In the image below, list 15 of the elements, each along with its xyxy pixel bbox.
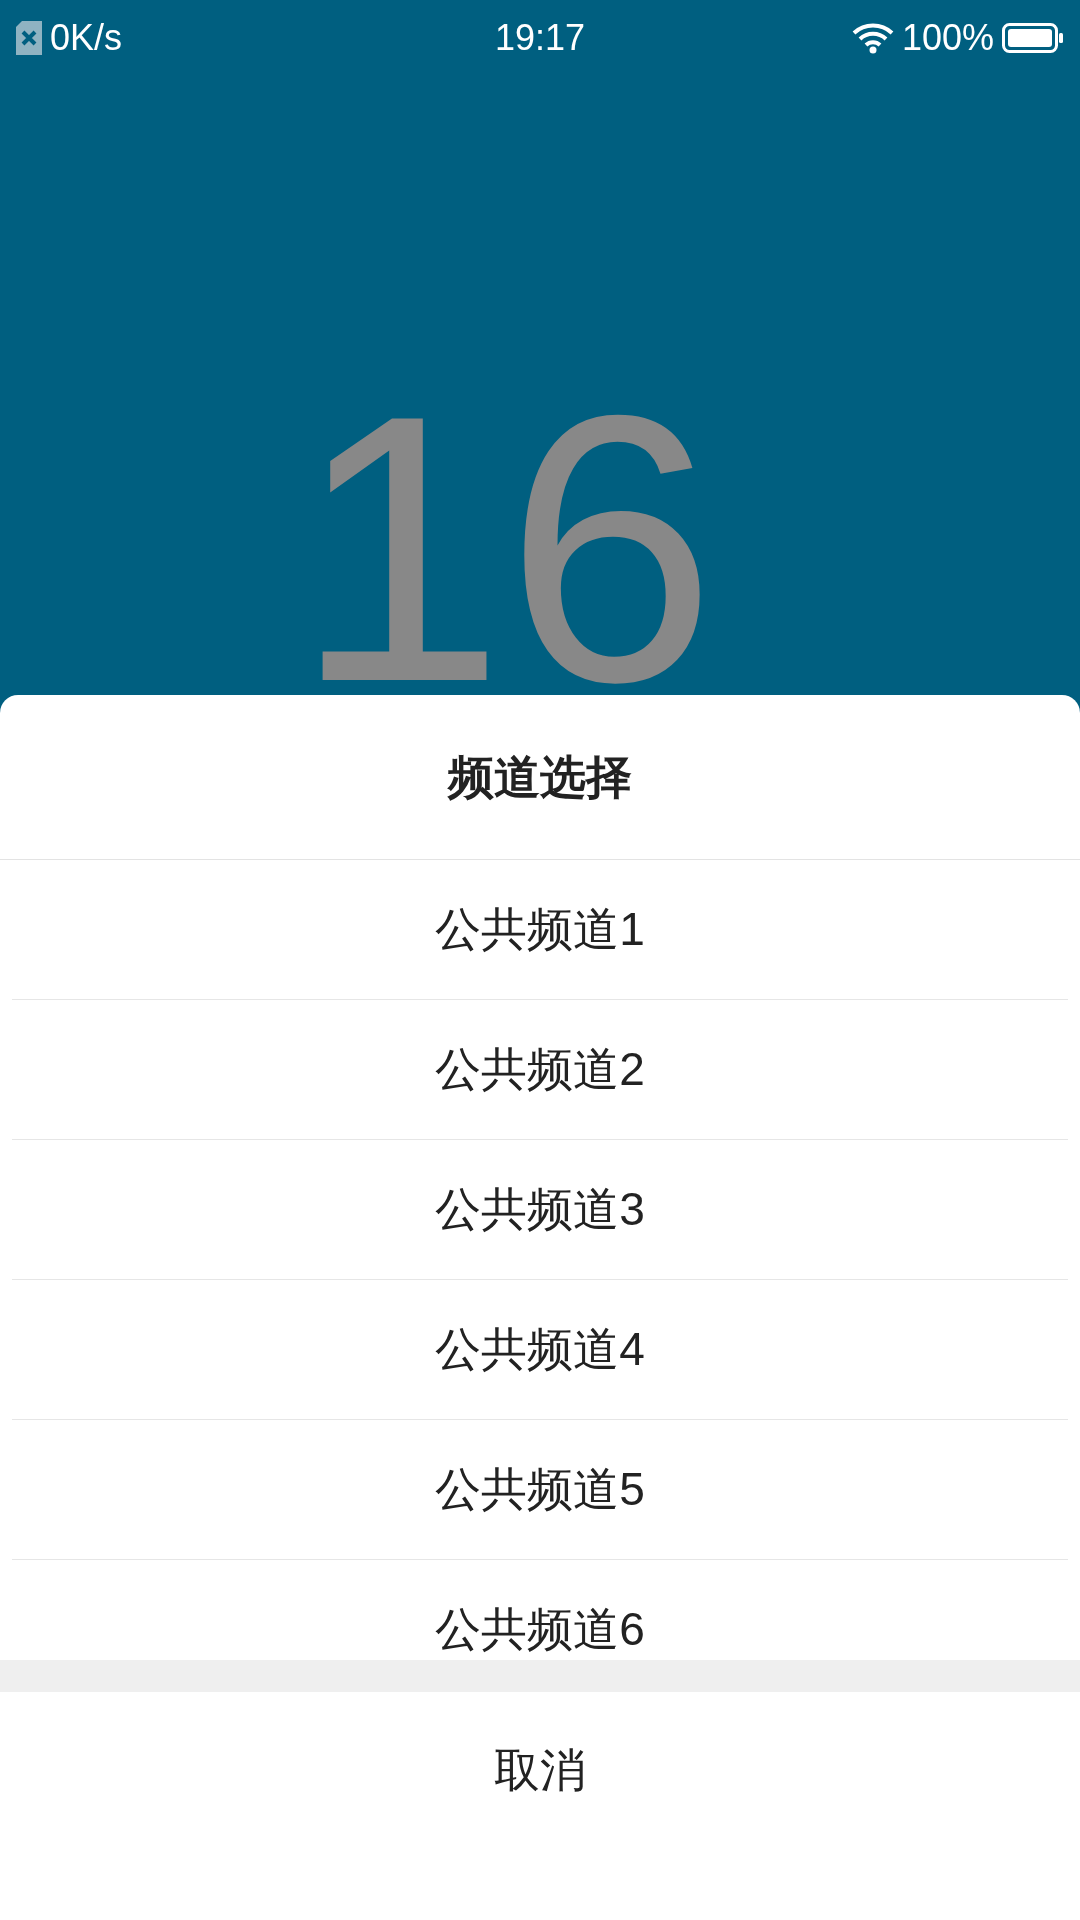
channel-option[interactable]: 公共频道3 bbox=[435, 1175, 645, 1244]
channel-option[interactable]: 公共频道5 bbox=[435, 1455, 645, 1524]
sheet-title: 频道选择 bbox=[448, 749, 632, 805]
channel-option[interactable]: 公共频道4 bbox=[435, 1315, 645, 1384]
network-speed: 0K/s bbox=[50, 15, 123, 60]
clock: 19:17 bbox=[494, 15, 586, 60]
wifi-icon bbox=[851, 21, 894, 54]
channel-option[interactable]: 公共频道6 bbox=[435, 1595, 645, 1660]
battery-icon bbox=[1002, 22, 1064, 53]
battery-level: 100% bbox=[901, 15, 994, 60]
channel-option[interactable]: 公共频道1 bbox=[435, 895, 645, 964]
cancel-button[interactable]: 取消 bbox=[474, 1730, 606, 1810]
channel-option[interactable]: 公共频道2 bbox=[435, 1035, 645, 1104]
sim-card-icon bbox=[16, 20, 42, 55]
channel-number: 16 bbox=[293, 407, 717, 689]
